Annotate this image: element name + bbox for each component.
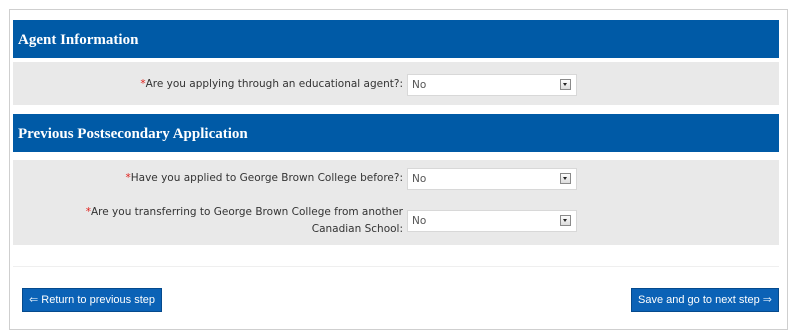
agent-information-header: Agent Information [13, 20, 779, 58]
return-to-previous-step-button[interactable]: ⇐ Return to previous step [22, 288, 163, 312]
agent-select-value: No [412, 79, 427, 91]
agent-information-panel: *Are you applying through an educational… [13, 62, 779, 105]
previous-application-title: Previous Postsecondary Application [18, 126, 248, 142]
applied-before-label: *Have you applied to George Brown Colleg… [125, 172, 404, 184]
transferring-select[interactable]: No [407, 210, 577, 232]
applied-before-select[interactable]: No [407, 168, 577, 190]
applied-before-row: *Have you applied to George Brown Colleg… [13, 168, 779, 190]
save-and-next-step-label: Save and go to next step [638, 294, 760, 306]
transferring-label: *Are you transferring to George Brown Co… [85, 206, 403, 235]
agent-information-title: Agent Information [18, 32, 139, 48]
arrow-right-icon: ⇒ [762, 294, 772, 306]
agent-question-label: *Are you applying through an educational… [140, 78, 403, 90]
arrow-left-icon: ⇐ [29, 294, 39, 306]
save-and-next-step-button[interactable]: Save and go to next step ⇒ [631, 288, 779, 312]
agent-select[interactable]: No [407, 74, 577, 96]
transferring-row: *Are you transferring to George Brown Co… [13, 204, 779, 238]
applied-before-select-value: No [412, 173, 427, 185]
chevron-down-icon[interactable] [560, 79, 571, 90]
chevron-down-icon[interactable] [560, 173, 571, 184]
chevron-down-icon[interactable] [560, 215, 571, 226]
section-divider [13, 266, 779, 267]
previous-application-header: Previous Postsecondary Application [13, 114, 779, 152]
previous-application-panel: *Have you applied to George Brown Colleg… [13, 160, 779, 245]
agent-question-row: *Are you applying through an educational… [13, 74, 779, 96]
transferring-select-value: No [412, 215, 427, 227]
return-to-previous-step-label: Return to previous step [41, 294, 156, 306]
